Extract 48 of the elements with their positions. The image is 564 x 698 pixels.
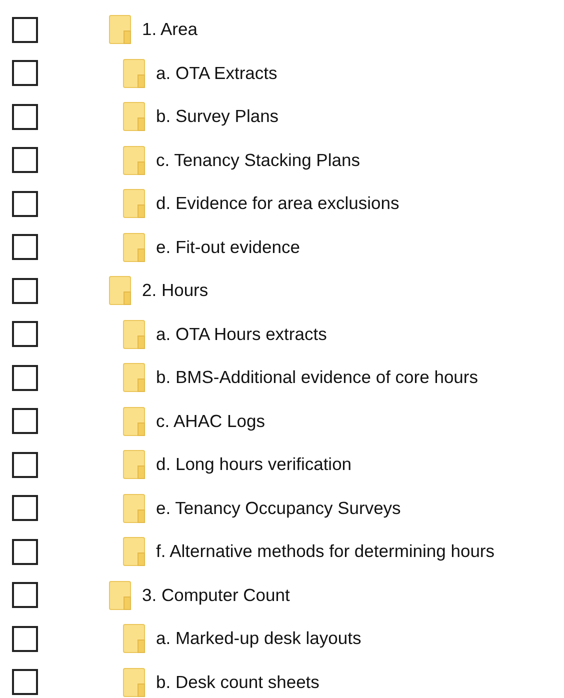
folder-label[interactable]: a. OTA Extracts — [156, 62, 278, 84]
checkbox[interactable] — [12, 234, 38, 260]
folder-label[interactable]: a. Marked-up desk layouts — [156, 628, 362, 650]
folder-label[interactable]: b. BMS-Additional evidence of core hours — [156, 367, 478, 388]
checkbox[interactable] — [12, 495, 38, 522]
folder-icon — [123, 537, 145, 566]
folder-label[interactable]: f. Alternative methods for determining hours — [156, 541, 495, 562]
folder-icon — [123, 624, 145, 654]
folder-label[interactable]: 3. Computer Count — [142, 584, 290, 606]
folder-label[interactable]: c. AHAC Logs — [156, 410, 265, 432]
folder-icon — [123, 494, 145, 523]
checkbox[interactable] — [12, 538, 38, 565]
folder-label[interactable]: 2. Hours — [142, 280, 208, 302]
folder-icon — [123, 363, 145, 392]
folder-label[interactable]: e. Fit-out evidence — [156, 236, 300, 258]
folder-icon — [123, 102, 145, 132]
folder-label[interactable]: d. Long hours verification — [156, 454, 352, 476]
checkbox[interactable] — [12, 582, 38, 608]
folder-label[interactable]: a. OTA Hours extracts — [156, 324, 327, 345]
folder-icon — [109, 580, 131, 610]
checkbox[interactable] — [12, 60, 38, 86]
checkbox[interactable] — [12, 452, 38, 478]
folder-icon — [123, 450, 145, 480]
checkbox[interactable] — [12, 321, 38, 348]
checkbox[interactable] — [12, 147, 38, 174]
folder-label[interactable]: b. Desk count sheets — [156, 672, 320, 693]
folder-icon — [123, 58, 145, 88]
folder-label[interactable]: e. Tenancy Occupancy Surveys — [156, 498, 401, 519]
folder-label[interactable]: d. Evidence for area exclusions — [156, 193, 400, 214]
checkbox[interactable] — [12, 669, 38, 696]
folder-label[interactable]: c. Tenancy Stacking Plans — [156, 150, 360, 171]
checkbox[interactable] — [12, 408, 38, 434]
checkbox[interactable] — [12, 190, 38, 217]
folder-icon — [109, 276, 131, 306]
folder-label[interactable]: 1. Area — [142, 19, 198, 40]
folder-icon — [109, 15, 131, 44]
checkbox[interactable] — [12, 278, 38, 304]
folder-icon — [123, 668, 145, 697]
folder-icon — [123, 406, 145, 436]
checkbox[interactable] — [12, 104, 38, 130]
checkbox[interactable] — [12, 16, 38, 43]
folder-icon — [123, 320, 145, 349]
checkbox[interactable] — [12, 364, 38, 391]
checkbox[interactable] — [12, 626, 38, 652]
folder-icon — [123, 146, 145, 175]
folder-label[interactable]: b. Survey Plans — [156, 106, 279, 128]
folder-icon — [123, 189, 145, 218]
folder-icon — [123, 232, 145, 262]
